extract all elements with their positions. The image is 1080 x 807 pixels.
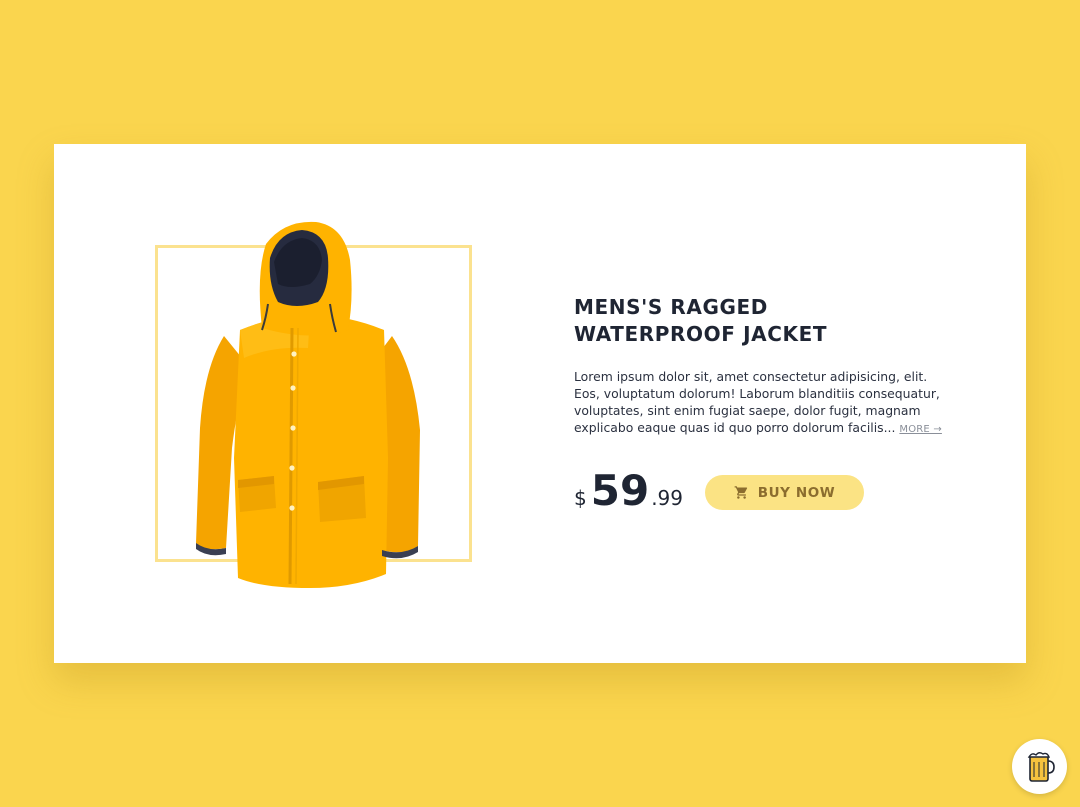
jacket-image — [196, 221, 420, 588]
product-info: MENS'S RAGGED WATERPROOF JACKET Lorem ip… — [574, 294, 954, 438]
product-title: MENS'S RAGGED WATERPROOF JACKET — [574, 294, 954, 348]
product-description: Lorem ipsum dolor sit, amet consectetur … — [574, 368, 954, 438]
price-currency: $ — [574, 486, 587, 510]
price: $59.99 — [574, 466, 683, 515]
product-title-line-2: WATERPROOF JACKET — [574, 322, 828, 346]
product-card: MENS'S RAGGED WATERPROOF JACKET Lorem ip… — [54, 144, 1026, 663]
product-description-text: Lorem ipsum dolor sit, amet consectetur … — [574, 369, 940, 435]
cart-icon — [734, 486, 747, 499]
buy-me-a-beer-badge[interactable] — [1012, 739, 1067, 794]
buy-now-label: BUY NOW — [757, 484, 836, 501]
more-link[interactable]: MORE → — [899, 424, 942, 435]
price-cents: .99 — [651, 486, 683, 510]
purchase-row: $59.99 BUY NOW — [574, 466, 994, 516]
buy-now-button[interactable]: BUY NOW — [705, 475, 864, 510]
price-whole: 59 — [590, 466, 650, 515]
product-title-line-1: MENS'S RAGGED — [574, 295, 768, 319]
buy-me-a-beer-icon — [1027, 751, 1055, 782]
